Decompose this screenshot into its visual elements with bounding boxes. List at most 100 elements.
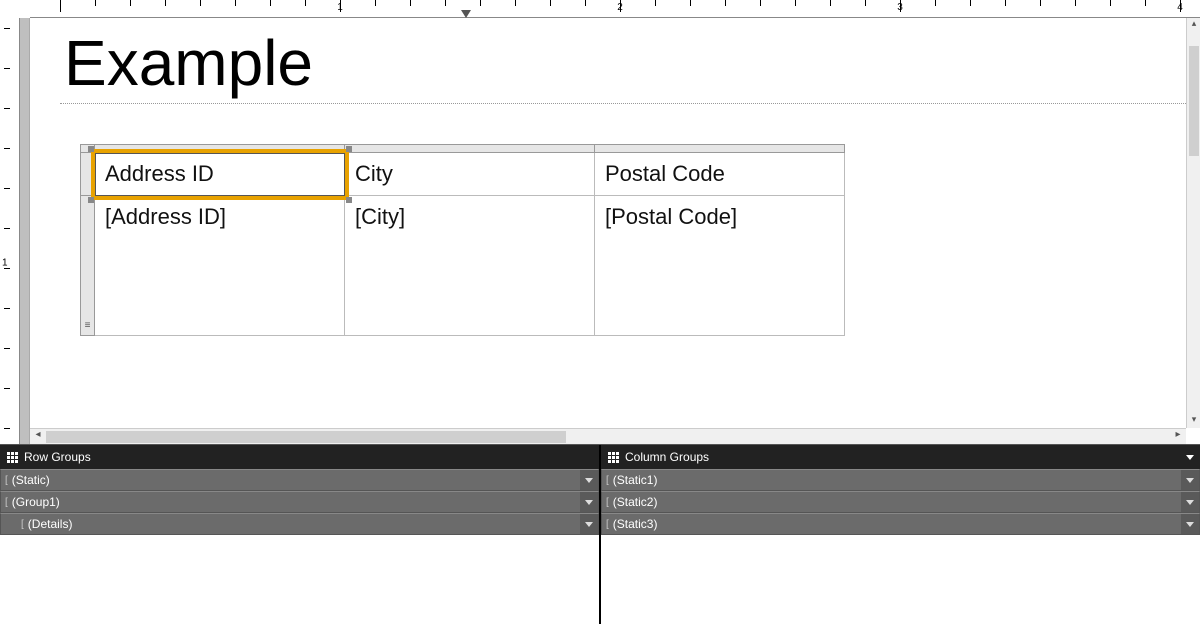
- ruler-tick: [200, 0, 201, 6]
- group-bracket-icon: [: [1, 497, 12, 508]
- ruler-tick: [4, 428, 10, 429]
- ruler-tick: [1145, 0, 1146, 6]
- ruler-tick: [4, 148, 10, 149]
- report-title[interactable]: Example: [60, 30, 1186, 97]
- ruler-tick: [1040, 0, 1041, 6]
- row-group-item[interactable]: [(Static): [0, 469, 599, 491]
- row-groups-title: Row Groups: [24, 450, 91, 464]
- ruler-tick: [4, 188, 10, 189]
- column-groups-header[interactable]: Column Groups: [601, 445, 1200, 469]
- vertical-scrollbar[interactable]: ▴ ▾: [1186, 18, 1200, 428]
- ruler-tick: [270, 0, 271, 6]
- column-groups-title: Column Groups: [625, 450, 709, 464]
- ruler-number: 2: [617, 2, 623, 13]
- row-group-item-label: (Details): [28, 517, 580, 531]
- horizontal-scrollbar[interactable]: ◂ ▸: [30, 428, 1186, 444]
- scroll-down-arrow[interactable]: ▾: [1187, 414, 1200, 428]
- horizontal-scroll-track[interactable]: [46, 429, 1170, 445]
- column-groups-menu-dropdown[interactable]: [1186, 455, 1194, 460]
- column-groups-list[interactable]: [(Static1)[(Static2)[(Static3): [601, 469, 1200, 624]
- ruler-tick: [4, 388, 10, 389]
- tablix-detail-cell-2[interactable]: [City]: [345, 196, 595, 336]
- ruler-tick: [410, 0, 411, 6]
- row-group-item-dropdown[interactable]: [580, 492, 598, 512]
- column-group-item-dropdown[interactable]: [1181, 470, 1199, 490]
- ruler-tick: [4, 28, 10, 29]
- ruler-number: 4: [1177, 2, 1183, 13]
- row-group-item[interactable]: [(Details): [0, 513, 599, 535]
- group-bracket-icon: [: [602, 497, 613, 508]
- column-groups-icon: [607, 451, 619, 463]
- resize-handle[interactable]: [88, 197, 94, 203]
- group-bracket-icon: [: [602, 475, 613, 486]
- column-group-item-dropdown[interactable]: [1181, 514, 1199, 534]
- ruler-tick: [1110, 0, 1111, 6]
- ruler-tick: [1005, 0, 1006, 6]
- tablix-detail-cell-3[interactable]: [Postal Code]: [595, 196, 845, 336]
- row-handle-header[interactable]: [81, 153, 95, 196]
- design-canvas[interactable]: Example Address ID City Postal Code: [30, 18, 1186, 428]
- column-handle-row[interactable]: [81, 145, 845, 153]
- column-handle-2[interactable]: [345, 145, 595, 153]
- resize-handle[interactable]: [346, 146, 352, 152]
- row-groups-list[interactable]: [(Static)[(Group1)[(Details): [0, 469, 599, 624]
- horizontal-scroll-thumb[interactable]: [46, 431, 566, 443]
- ruler-tick: [760, 0, 761, 6]
- column-group-item[interactable]: [(Static2): [601, 491, 1200, 513]
- column-group-item-label: (Static3): [613, 517, 1181, 531]
- tablix-header-row[interactable]: Address ID City Postal Code: [81, 153, 845, 196]
- row-handle-detail[interactable]: [81, 196, 95, 336]
- vertical-scroll-thumb[interactable]: [1189, 46, 1199, 156]
- resize-handle[interactable]: [88, 146, 94, 152]
- row-group-item[interactable]: [(Group1): [0, 491, 599, 513]
- row-group-item-dropdown[interactable]: [580, 514, 598, 534]
- column-group-item-dropdown[interactable]: [1181, 492, 1199, 512]
- column-handle-1[interactable]: [95, 145, 345, 153]
- row-groups-pane[interactable]: Row Groups [(Static)[(Group1)[(Details): [0, 445, 601, 624]
- scroll-right-arrow[interactable]: ▸: [1170, 429, 1186, 445]
- ruler-tick: [95, 0, 96, 6]
- row-groups-header[interactable]: Row Groups: [0, 445, 599, 469]
- column-group-item-label: (Static2): [613, 495, 1181, 509]
- indent-marker-icon[interactable]: [461, 10, 471, 18]
- ruler-tick: [4, 108, 10, 109]
- ruler-tick: [130, 0, 131, 6]
- tablix-detail-row[interactable]: [Address ID] [City] [Postal Code]: [81, 196, 845, 336]
- row-group-item-dropdown[interactable]: [580, 470, 598, 490]
- ruler-tick: [1075, 0, 1076, 6]
- ruler-tick: [4, 308, 10, 309]
- tablix-header-cell-1[interactable]: Address ID: [95, 153, 345, 196]
- tablix-header-cell-2[interactable]: City: [345, 153, 595, 196]
- ruler-tick: [60, 0, 61, 12]
- column-group-item[interactable]: [(Static3): [601, 513, 1200, 535]
- ruler-number: 3: [897, 2, 903, 13]
- ruler-tick: [585, 0, 586, 6]
- ruler-tick: [515, 0, 516, 6]
- report-body[interactable]: Example Address ID City Postal Code: [60, 18, 1186, 428]
- ruler-tick: [445, 0, 446, 6]
- tablix-detail-cell-1[interactable]: [Address ID]: [95, 196, 345, 336]
- ruler-tick: [690, 0, 691, 6]
- ruler-number: 1: [2, 258, 8, 269]
- resize-handle[interactable]: [346, 197, 352, 203]
- ruler-tick: [970, 0, 971, 6]
- column-groups-pane[interactable]: Column Groups [(Static1)[(Static2)[(Stat…: [601, 445, 1200, 624]
- ruler-tick: [305, 0, 306, 6]
- scroll-left-arrow[interactable]: ◂: [30, 429, 46, 445]
- tablix-region[interactable]: Address ID City Postal Code [Address ID]…: [80, 144, 1186, 336]
- row-group-item-label: (Group1): [12, 495, 580, 509]
- tablix-header-cell-3[interactable]: Postal Code: [595, 153, 845, 196]
- ruler-tick: [480, 0, 481, 6]
- scroll-up-arrow[interactable]: ▴: [1187, 18, 1200, 32]
- column-handle-3[interactable]: [595, 145, 845, 153]
- group-bracket-icon: [: [602, 519, 613, 530]
- ruler-tick: [4, 228, 10, 229]
- column-group-item[interactable]: [(Static1): [601, 469, 1200, 491]
- group-bracket-icon: [: [1, 475, 12, 486]
- row-groups-icon: [6, 451, 18, 463]
- column-group-item-label: (Static1): [613, 473, 1181, 487]
- tablix[interactable]: Address ID City Postal Code [Address ID]…: [80, 144, 845, 336]
- ruler-tick: [725, 0, 726, 6]
- horizontal-ruler[interactable]: 1234: [30, 0, 1200, 18]
- ruler-tick: [165, 0, 166, 6]
